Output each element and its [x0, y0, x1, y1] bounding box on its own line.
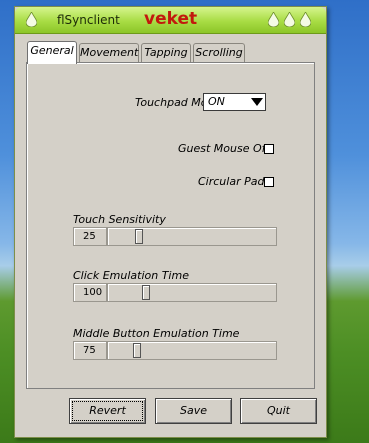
window-menu-icon[interactable] — [26, 12, 37, 27]
touch-sensitivity-thumb[interactable] — [135, 229, 143, 244]
window-title: veket — [144, 9, 198, 29]
button-bar: Revert Save Quit — [15, 391, 326, 437]
click-emulation-slider[interactable] — [107, 283, 277, 302]
middle-button-thumb[interactable] — [133, 343, 141, 358]
click-emulation-value: 100 — [73, 283, 107, 302]
tab-tapping[interactable]: Tapping — [141, 43, 191, 63]
middle-button-slider[interactable] — [107, 341, 277, 360]
touch-sensitivity-label: Touch Sensitivity — [73, 213, 166, 226]
touchpad-mode-select[interactable]: ON — [203, 93, 266, 111]
minimize-icon[interactable] — [268, 12, 279, 27]
maximize-icon[interactable] — [284, 12, 295, 27]
middle-button-value: 75 — [73, 341, 107, 360]
app-window: flSynclient veket General Movement Tappi… — [14, 6, 327, 438]
circular-pad-checkbox[interactable] — [264, 177, 274, 187]
touch-sensitivity-value: 25 — [73, 227, 107, 246]
close-icon[interactable] — [300, 12, 311, 27]
click-emulation-label: Click Emulation Time — [73, 269, 189, 282]
click-emulation-thumb[interactable] — [142, 285, 150, 300]
save-button[interactable]: Save — [155, 398, 232, 424]
guest-mouse-label: Guest Mouse Off — [178, 142, 270, 155]
quit-button[interactable]: Quit — [240, 398, 317, 424]
tab-movement[interactable]: Movement — [79, 43, 139, 63]
middle-button-label: Middle Button Emulation Time — [73, 327, 240, 340]
guest-mouse-checkbox[interactable] — [264, 144, 274, 154]
tab-general[interactable]: General — [27, 41, 77, 64]
dropdown-arrow-icon — [251, 98, 263, 106]
touchpad-mode-value: ON — [208, 95, 225, 108]
title-bar[interactable]: flSynclient veket — [15, 7, 326, 34]
app-name: flSynclient — [57, 13, 120, 27]
touch-sensitivity-slider[interactable] — [107, 227, 277, 246]
circular-pad-label: Circular Pad — [198, 175, 265, 188]
revert-button[interactable]: Revert — [69, 398, 146, 424]
tab-scrolling[interactable]: Scrolling — [193, 43, 245, 63]
